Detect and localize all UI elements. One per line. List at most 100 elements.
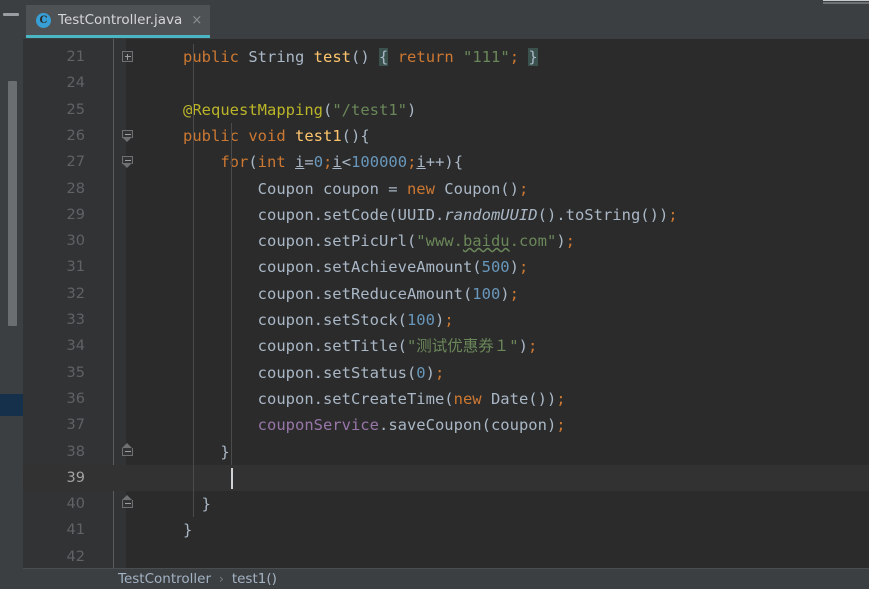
- code-token: String: [248, 48, 305, 66]
- line-number: 24: [66, 75, 85, 92]
- java-class-icon: C: [36, 12, 51, 28]
- code-line[interactable]: 21 public String test() { return "111"; }: [23, 44, 869, 70]
- line-number: 37: [66, 417, 85, 434]
- code-token: coupon.setStock(: [183, 311, 407, 329]
- code-text[interactable]: coupon.setAchieveAmount(500);: [183, 254, 529, 280]
- close-icon[interactable]: ×: [191, 14, 202, 27]
- code-text[interactable]: coupon.setTitle("测试优惠券１");: [183, 333, 538, 359]
- code-text[interactable]: coupon.setStock(100);: [183, 307, 454, 333]
- code-token: new: [406, 179, 435, 198]
- code-text[interactable]: }: [183, 517, 192, 543]
- code-token: (: [322, 100, 333, 119]
- code-token: ): [556, 232, 566, 251]
- code-token: couponService: [257, 416, 379, 435]
- line-number: 36: [66, 390, 85, 407]
- code-line[interactable]: 25 @RequestMapping("/test1"): [23, 97, 869, 123]
- code-line[interactable]: 31 coupon.setAchieveAmount(500);: [23, 254, 869, 280]
- line-number: 40: [66, 496, 85, 513]
- code-text[interactable]: @RequestMapping("/test1"): [183, 97, 416, 123]
- minimize-icon[interactable]: [3, 13, 19, 16]
- editor-vertical-scrollbar[interactable]: [0, 39, 23, 568]
- code-token: ;: [444, 311, 454, 329]
- code-text[interactable]: couponService.saveCoupon(coupon);: [183, 412, 566, 438]
- line-number: 32: [66, 285, 85, 302]
- fold-collapse-end-icon[interactable]: [122, 495, 133, 510]
- code-line[interactable]: 36 coupon.setCreateTime(new Date());: [23, 386, 869, 412]
- line-number: 21: [66, 49, 85, 65]
- code-text[interactable]: coupon.setCreateTime(new Date());: [183, 386, 566, 412]
- code-text[interactable]: coupon.setCode(UUID.randomUUID().toStrin…: [183, 202, 678, 228]
- fold-collapse-icon[interactable]: [122, 129, 133, 142]
- code-token: "www.: [416, 232, 463, 251]
- tab-label: TestController.java: [58, 12, 183, 28]
- indent-guide: [231, 122, 233, 465]
- top-right-edge-shadow: [823, 2, 869, 4]
- code-token: coupon.setAchieveAmount(: [183, 258, 482, 277]
- code-line[interactable]: 29 coupon.setCode(UUID.randomUUID().toSt…: [23, 202, 869, 228]
- code-token: ): [425, 363, 435, 382]
- code-line[interactable]: 27 for(int i=0;i<100000;i++){: [23, 149, 869, 175]
- code-token: Coupon coupon =: [183, 179, 407, 198]
- line-number: 33: [66, 312, 85, 328]
- fold-collapse-end-icon[interactable]: [122, 442, 133, 458]
- breadcrumb-method[interactable]: test1(): [232, 571, 277, 587]
- code-token: ): [500, 284, 510, 303]
- fold-expand-icon[interactable]: [122, 51, 133, 62]
- code-token: ;: [556, 416, 566, 435]
- code-text[interactable]: public void test1(){: [183, 123, 370, 149]
- code-line[interactable]: 34 coupon.setTitle("测试优惠券１");: [23, 333, 869, 359]
- code-line[interactable]: 32 coupon.setReduceAmount(100);: [23, 281, 869, 307]
- code-token: }: [183, 521, 193, 540]
- code-token: Coupon(): [434, 179, 519, 198]
- line-number: 25: [66, 101, 85, 118]
- code-token: ().toString()): [537, 205, 669, 224]
- scrollbar-thumb[interactable]: [8, 81, 17, 326]
- code-line[interactable]: 33 coupon.setStock(100);: [23, 307, 869, 333]
- code-token: test1: [295, 126, 342, 145]
- code-text[interactable]: public String test() { return "111"; }: [183, 44, 538, 70]
- code-text[interactable]: coupon.setStatus(0);: [183, 360, 445, 386]
- code-text[interactable]: coupon.setPicUrl("www.baidu.com");: [183, 228, 575, 254]
- editor-tab-testcontroller[interactable]: C TestController.java ×: [26, 5, 211, 38]
- code-line[interactable]: 39: [23, 464, 869, 492]
- code-line[interactable]: 40 }: [23, 491, 869, 517]
- code-token: ++){: [425, 153, 464, 172]
- code-line[interactable]: 38 }: [23, 439, 869, 465]
- code-line[interactable]: 24: [23, 70, 869, 96]
- code-text[interactable]: }: [183, 491, 211, 517]
- code-editor[interactable]: 21 public String test() { return "111"; }…: [23, 39, 869, 568]
- code-line[interactable]: 35 coupon.setStatus(0);: [23, 360, 869, 386]
- line-number: 38: [66, 443, 85, 460]
- code-token: coupon.setPicUrl(: [183, 232, 417, 251]
- code-line[interactable]: 26 public void test1(){: [23, 123, 869, 149]
- code-text[interactable]: coupon.setReduceAmount(100);: [183, 281, 519, 307]
- code-line[interactable]: 42: [23, 544, 869, 568]
- code-line[interactable]: 28 Coupon coupon = new Coupon();: [23, 176, 869, 202]
- code-token: ;: [518, 258, 529, 277]
- code-token: }: [183, 442, 230, 461]
- line-number: 31: [66, 259, 85, 276]
- code-line[interactable]: 30 coupon.setPicUrl("www.baidu.com");: [23, 228, 869, 254]
- breadcrumb-class[interactable]: TestController: [118, 571, 211, 587]
- fold-collapse-icon[interactable]: [122, 156, 133, 169]
- code-token: ;: [527, 337, 538, 356]
- code-token: ;: [509, 284, 519, 303]
- code-text[interactable]: for(int i=0;i<100000;i++){: [183, 149, 463, 175]
- code-token: 100: [472, 284, 501, 303]
- code-line[interactable]: 37 couponService.saveCoupon(coupon);: [23, 412, 869, 438]
- code-token: for: [220, 153, 249, 172]
- code-token: ;: [668, 205, 678, 224]
- line-number: 29: [66, 206, 85, 223]
- code-token: 100: [406, 311, 435, 329]
- code-text[interactable]: Coupon coupon = new Coupon();: [183, 176, 529, 202]
- code-token: coupon.setTitle(: [183, 337, 407, 356]
- code-token: int: [257, 153, 286, 172]
- code-text[interactable]: }: [183, 439, 230, 465]
- code-token: ): [518, 337, 528, 356]
- code-line[interactable]: 41}: [23, 517, 869, 543]
